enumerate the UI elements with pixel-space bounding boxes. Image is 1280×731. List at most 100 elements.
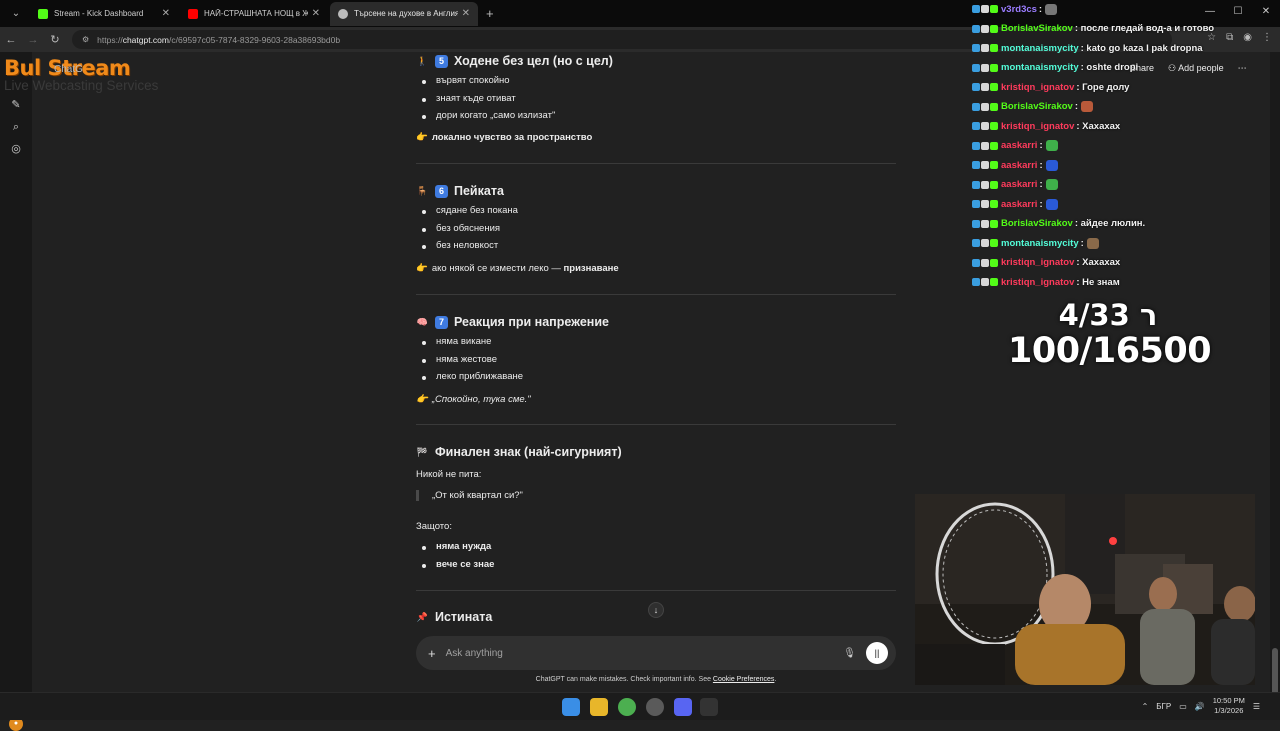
badge-icon <box>981 83 989 91</box>
minimize-icon[interactable]: — <box>1196 0 1224 24</box>
discord-icon[interactable] <box>674 698 692 716</box>
badge-icon <box>990 219 998 228</box>
user-badges <box>972 258 998 267</box>
back-arrow-icon[interactable]: ← <box>0 34 22 46</box>
emote-icon <box>1045 140 1058 151</box>
tab-chatgpt[interactable]: Търсене на духове в Англия ✕ <box>330 1 478 26</box>
chat-username[interactable]: v3rd3cs <box>1001 4 1037 15</box>
chat-username[interactable]: aaskarri <box>1001 160 1037 171</box>
start-button-icon[interactable] <box>562 698 580 716</box>
chat-username[interactable]: BorislavSirakov <box>1001 101 1073 112</box>
chat-username[interactable]: aaskarri <box>1001 179 1037 190</box>
maximize-icon[interactable]: ☐ <box>1224 0 1252 24</box>
tab-kick-dashboard[interactable]: Stream - Kick Dashboard ✕ <box>30 2 178 26</box>
badge-icon <box>981 122 989 130</box>
clock-date: 1/3/2026 <box>1214 706 1244 715</box>
badge-icon <box>981 219 989 228</box>
scroll-to-bottom-button[interactable]: ↓ <box>648 602 664 618</box>
close-tab-icon[interactable]: ✕ <box>462 8 470 19</box>
close-tab-icon[interactable]: ✕ <box>162 8 170 19</box>
chat-message: BorislavSirakov: <box>972 100 1093 114</box>
badge-icon <box>972 161 980 169</box>
chat-message: kristiqn_ignatov: Не знам <box>972 275 1120 289</box>
user-badges <box>972 44 998 52</box>
chat-username[interactable]: montanaismycity <box>1001 62 1079 73</box>
new-chat-icon[interactable]: ✎ <box>9 98 23 112</box>
clock[interactable]: 10:50 PM 1/3/2026 <box>1213 696 1245 716</box>
network-icon[interactable]: ▭ <box>1179 702 1187 711</box>
notifications-icon[interactable]: ☰ <box>1253 702 1260 711</box>
chat-username[interactable]: kristiqn_ignatov <box>1001 277 1074 288</box>
clock-time: 10:50 PM <box>1212 696 1245 705</box>
badge-icon <box>981 141 989 150</box>
search-icon[interactable]: ⌕ <box>9 120 23 134</box>
language-indicator[interactable]: БГР <box>1156 702 1171 711</box>
message-composer[interactable]: + Ask anything 🎙 || <box>416 636 896 670</box>
badge-icon <box>981 239 989 247</box>
section-heading: 🧠 7 Реакция при напрежение <box>416 315 609 329</box>
url-path: /c/69597c05-7874-8329-9603-28a38693bd0b <box>169 34 341 45</box>
chat-text: : Не знам <box>1076 276 1120 288</box>
emote-icon <box>1045 198 1058 210</box>
badge-icon <box>990 278 998 286</box>
chat-text: : Хахахах <box>1076 257 1121 268</box>
close-tab-icon[interactable]: ✕ <box>312 8 320 19</box>
more-options-icon[interactable]: ⋯ <box>1238 63 1247 74</box>
disclaimer-end: . <box>774 676 777 683</box>
badge-icon <box>990 24 998 33</box>
list-item: леко приближаване <box>421 371 524 382</box>
chat-message: kristiqn_ignatov: Горе долу <box>972 80 1129 94</box>
page-scrollbar[interactable] <box>1270 52 1280 718</box>
add-attachment-icon[interactable]: + <box>428 646 436 661</box>
user-badges <box>972 219 998 228</box>
chat-username[interactable]: aaskarri <box>1001 140 1037 151</box>
menu-dots-icon[interactable]: ⋮ <box>1262 32 1272 43</box>
chrome-icon[interactable] <box>618 698 636 716</box>
tab-youtube[interactable]: НАЙ-СТРАШНАТА НОЩ в Жив ✕ <box>180 2 328 26</box>
badge-icon <box>972 258 980 267</box>
prompt-input[interactable]: Ask anything <box>446 648 844 659</box>
chat-username[interactable]: BorislavSirakov <box>1001 218 1073 229</box>
add-people-button[interactable]: ⚇ Add people <box>1168 63 1224 74</box>
list-item: без неловкост <box>421 240 499 251</box>
microphone-icon[interactable]: 🎙 <box>843 648 856 659</box>
chat-username[interactable]: aaskarri <box>1001 199 1037 210</box>
badge-icon <box>972 180 980 189</box>
library-icon[interactable]: ◎ <box>9 142 23 156</box>
chat-message: aaskarri: <box>972 158 1058 172</box>
app-icon[interactable] <box>646 698 664 716</box>
chat-text: : oshte dropi <box>1080 62 1139 73</box>
keycap-number-icon: 5 <box>435 54 448 68</box>
list-item: без обяснения <box>421 223 501 234</box>
profile-avatar[interactable]: ◉ <box>1243 32 1252 43</box>
chat-username[interactable]: BorislavSirakov <box>1001 23 1073 34</box>
chat-text: : <box>1039 179 1043 190</box>
tab-search-button[interactable]: ⌄ <box>4 4 28 24</box>
chat-text: : Хахахах <box>1076 120 1121 132</box>
user-badges <box>972 24 998 33</box>
chat-username[interactable]: montanaismycity <box>1001 238 1079 249</box>
chat-username[interactable]: montanaismycity <box>1001 43 1079 54</box>
cookie-preferences-link[interactable]: Cookie Preferences <box>713 676 774 683</box>
section-heading: 🚶 5 Ходене без цел (но с цел) <box>416 54 613 68</box>
volume-icon[interactable]: 🔊 <box>1195 702 1205 711</box>
chat-text: : <box>1039 198 1043 210</box>
site-info-icon[interactable]: ⚙ <box>82 35 89 44</box>
voice-mode-button[interactable]: || <box>866 642 888 664</box>
terminal-icon[interactable] <box>700 698 718 716</box>
extensions-icon[interactable]: ⧉ <box>1226 32 1233 43</box>
chatgpt-model-label[interactable]: ChatG <box>54 64 83 75</box>
emote-icon <box>1045 3 1058 15</box>
reload-icon[interactable]: ↻ <box>44 33 66 46</box>
chatgpt-favicon-icon <box>338 8 348 19</box>
divider <box>416 294 896 295</box>
windows-taskbar: ⌃ БГР ▭ 🔊 10:50 PM 1/3/2026 ☰ <box>0 692 1280 720</box>
chevron-up-icon[interactable]: ⌃ <box>1142 702 1149 711</box>
file-explorer-icon[interactable] <box>590 698 608 716</box>
chat-username[interactable]: kristiqn_ignatov <box>1001 82 1074 93</box>
new-tab-button[interactable]: + <box>486 6 494 21</box>
forward-arrow-icon[interactable]: → <box>22 34 44 46</box>
chat-username[interactable]: kristiqn_ignatov <box>1001 121 1074 132</box>
chat-username[interactable]: kristiqn_ignatov <box>1001 257 1074 268</box>
close-window-icon[interactable]: ✕ <box>1252 0 1280 24</box>
